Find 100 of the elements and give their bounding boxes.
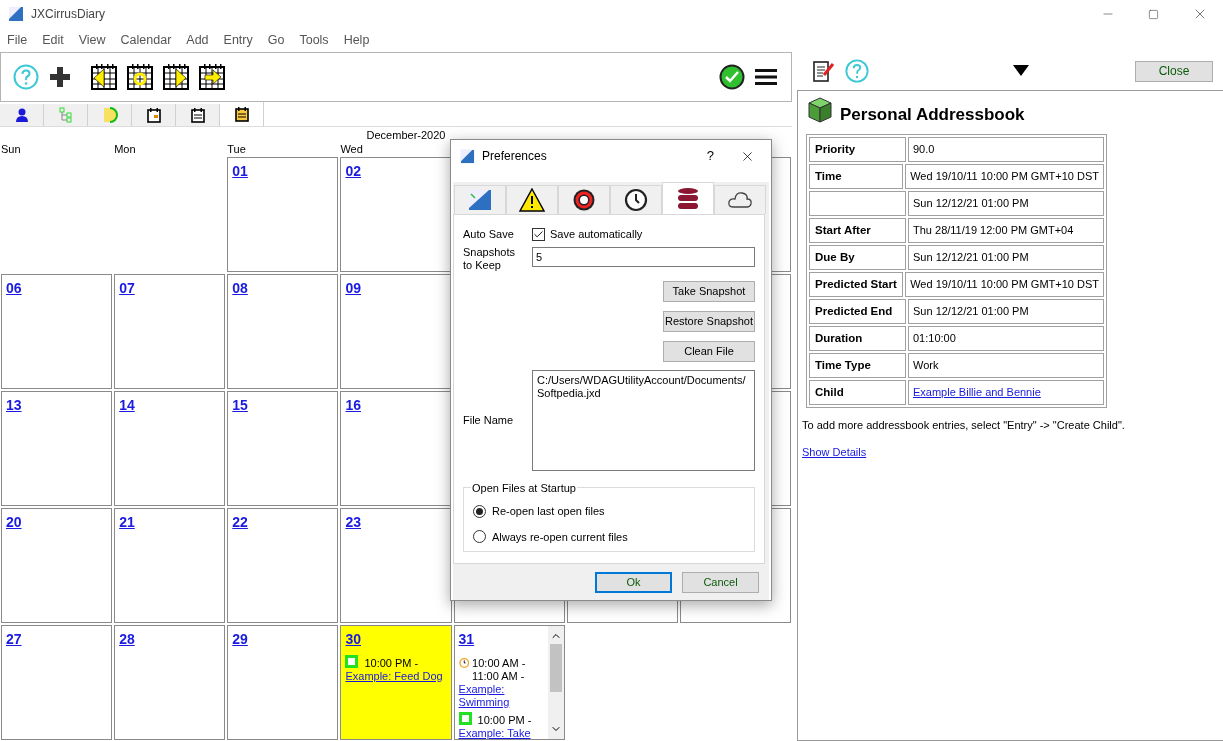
menu-item[interactable]: Tools (299, 30, 329, 50)
menu-item[interactable]: Calendar (120, 30, 172, 50)
day-link[interactable]: 09 (345, 280, 361, 296)
calendar-icon (189, 107, 206, 123)
preferences-tab[interactable] (662, 182, 714, 214)
day-link[interactable]: 28 (119, 631, 135, 647)
radio-label: Re-open last open files (492, 504, 605, 519)
day-link[interactable]: 31 (458, 631, 475, 647)
event-link[interactable]: Example: Feed Dog (345, 670, 443, 683)
app-logo-icon (467, 188, 493, 212)
day-cell[interactable]: 27 (1, 625, 113, 740)
day-link[interactable]: 22 (232, 514, 248, 530)
menu-item[interactable]: Entry (223, 30, 253, 50)
day-link[interactable]: 06 (6, 280, 22, 296)
window-title: JXCirrusDiary (31, 6, 105, 23)
menu-item[interactable]: View (78, 30, 106, 50)
event-time: 10:00 AM - 11:00 AM - (472, 656, 527, 683)
close-button[interactable]: Close (1135, 60, 1213, 82)
day-cell[interactable]: 08 (227, 274, 339, 389)
day-link[interactable]: 08 (232, 280, 248, 296)
day-cell[interactable]: 21 (114, 508, 226, 623)
edit-note-icon[interactable] (813, 60, 835, 82)
tree-icon (57, 107, 74, 123)
action-button[interactable]: Take Snapshot (663, 281, 755, 302)
maximize-icon[interactable] (1148, 8, 1159, 20)
day-cell[interactable]: 28 (114, 625, 226, 740)
menu-item[interactable]: Help (343, 30, 370, 50)
calendar-icon (233, 106, 250, 122)
menu-item[interactable]: Edit (42, 30, 64, 50)
day-link[interactable]: 23 (345, 514, 361, 530)
property-label: Start After (809, 218, 906, 243)
show-details-link[interactable]: Show Details (802, 443, 867, 460)
file-name-field[interactable]: C:/Users/WDAGUtilityAccount/Documents/Softpedia.jxd (532, 370, 755, 471)
day-link[interactable]: 27 (6, 631, 22, 647)
child-link[interactable]: Example Billie and Bennie (908, 380, 1104, 405)
dropdown-triangle-icon[interactable] (1013, 65, 1029, 77)
day-cell[interactable]: 15 (227, 391, 339, 506)
view-tab[interactable] (0, 104, 44, 126)
add-icon[interactable] (49, 66, 71, 88)
day-cell[interactable]: 06 (1, 274, 113, 389)
property-value: Thu 28/11/19 12:00 PM GMT+04 (908, 218, 1104, 243)
calendar-icon (145, 107, 162, 123)
task-icon (345, 655, 359, 668)
day-cell[interactable]: 30 10:00 PM - Example: Feed Dog (340, 625, 452, 740)
day-link[interactable]: 07 (119, 280, 135, 296)
day-cell[interactable]: 23 (340, 508, 452, 623)
day-link[interactable]: 20 (6, 514, 22, 530)
checkbox[interactable] (532, 227, 545, 241)
day-cell[interactable]: 22 (227, 508, 339, 623)
preferences-tab[interactable] (506, 185, 558, 214)
view-tab[interactable] (176, 104, 220, 126)
day-cell[interactable]: 31 10:00 AM - 11:00 AM - Example: Swimming 10:00 PM - Example: Take (453, 625, 565, 740)
day-link[interactable]: 16 (345, 397, 361, 413)
day-link[interactable]: 15 (232, 397, 248, 413)
day-link[interactable]: 30 (345, 631, 361, 647)
action-button[interactable]: Restore Snapshot (663, 311, 755, 332)
menu-item[interactable]: Go (267, 30, 285, 50)
field-label: File Name (463, 413, 515, 429)
dialog-button[interactable]: Cancel (682, 572, 759, 593)
property-value: Sun 12/12/21 01:00 PM (908, 245, 1104, 270)
property-value: Work (908, 353, 1104, 378)
day-cell[interactable]: 02 (340, 157, 452, 272)
day-cell[interactable]: 20 (1, 508, 113, 623)
day-cell[interactable]: 29 (227, 625, 339, 740)
app-logo-icon (8, 6, 24, 22)
preferences-tab[interactable] (558, 185, 610, 214)
day-cell[interactable]: 01 (227, 157, 339, 272)
view-tab[interactable] (132, 104, 176, 126)
task-icon (458, 712, 472, 725)
scrollbar[interactable] (547, 626, 564, 739)
dialog-button[interactable]: Ok (595, 572, 672, 593)
cube-icon (808, 97, 832, 123)
day-cell[interactable]: 09 (340, 274, 452, 389)
radio-button[interactable] (473, 504, 486, 518)
day-link[interactable]: 13 (6, 397, 22, 413)
menu-item[interactable]: File (7, 30, 28, 50)
day-cell[interactable]: 14 (114, 391, 226, 506)
help-text: To add more addressbook entries, select "Entry" -> "Create Child". (802, 418, 1126, 433)
day-link[interactable]: 01 (232, 163, 248, 179)
day-cell[interactable]: 13 (1, 391, 113, 506)
snapshots-field[interactable]: 5 (532, 247, 755, 267)
day-link[interactable]: 14 (119, 397, 135, 413)
event-link[interactable]: Example: Take (458, 727, 531, 739)
event-time: 10:00 PM - (477, 713, 532, 727)
dialog-help-button[interactable]: ? (706, 146, 714, 166)
day-link[interactable]: 02 (345, 163, 361, 179)
event-link[interactable]: Example: Swimming (458, 683, 544, 709)
day-cell[interactable]: 16 (340, 391, 452, 506)
preferences-tab[interactable] (610, 185, 662, 214)
radio-button[interactable] (473, 530, 486, 544)
property-label: Due By (809, 245, 906, 270)
action-button[interactable]: Clean File (663, 341, 755, 362)
menu-icon[interactable] (755, 68, 777, 86)
property-label: Duration (809, 326, 906, 351)
scroll-thumb[interactable] (549, 644, 562, 692)
day-cell[interactable]: 07 (114, 274, 226, 389)
menu-item[interactable]: Add (186, 30, 209, 50)
day-link[interactable]: 29 (232, 631, 248, 647)
status-ok-icon[interactable] (719, 64, 745, 90)
day-link[interactable]: 21 (119, 514, 135, 530)
